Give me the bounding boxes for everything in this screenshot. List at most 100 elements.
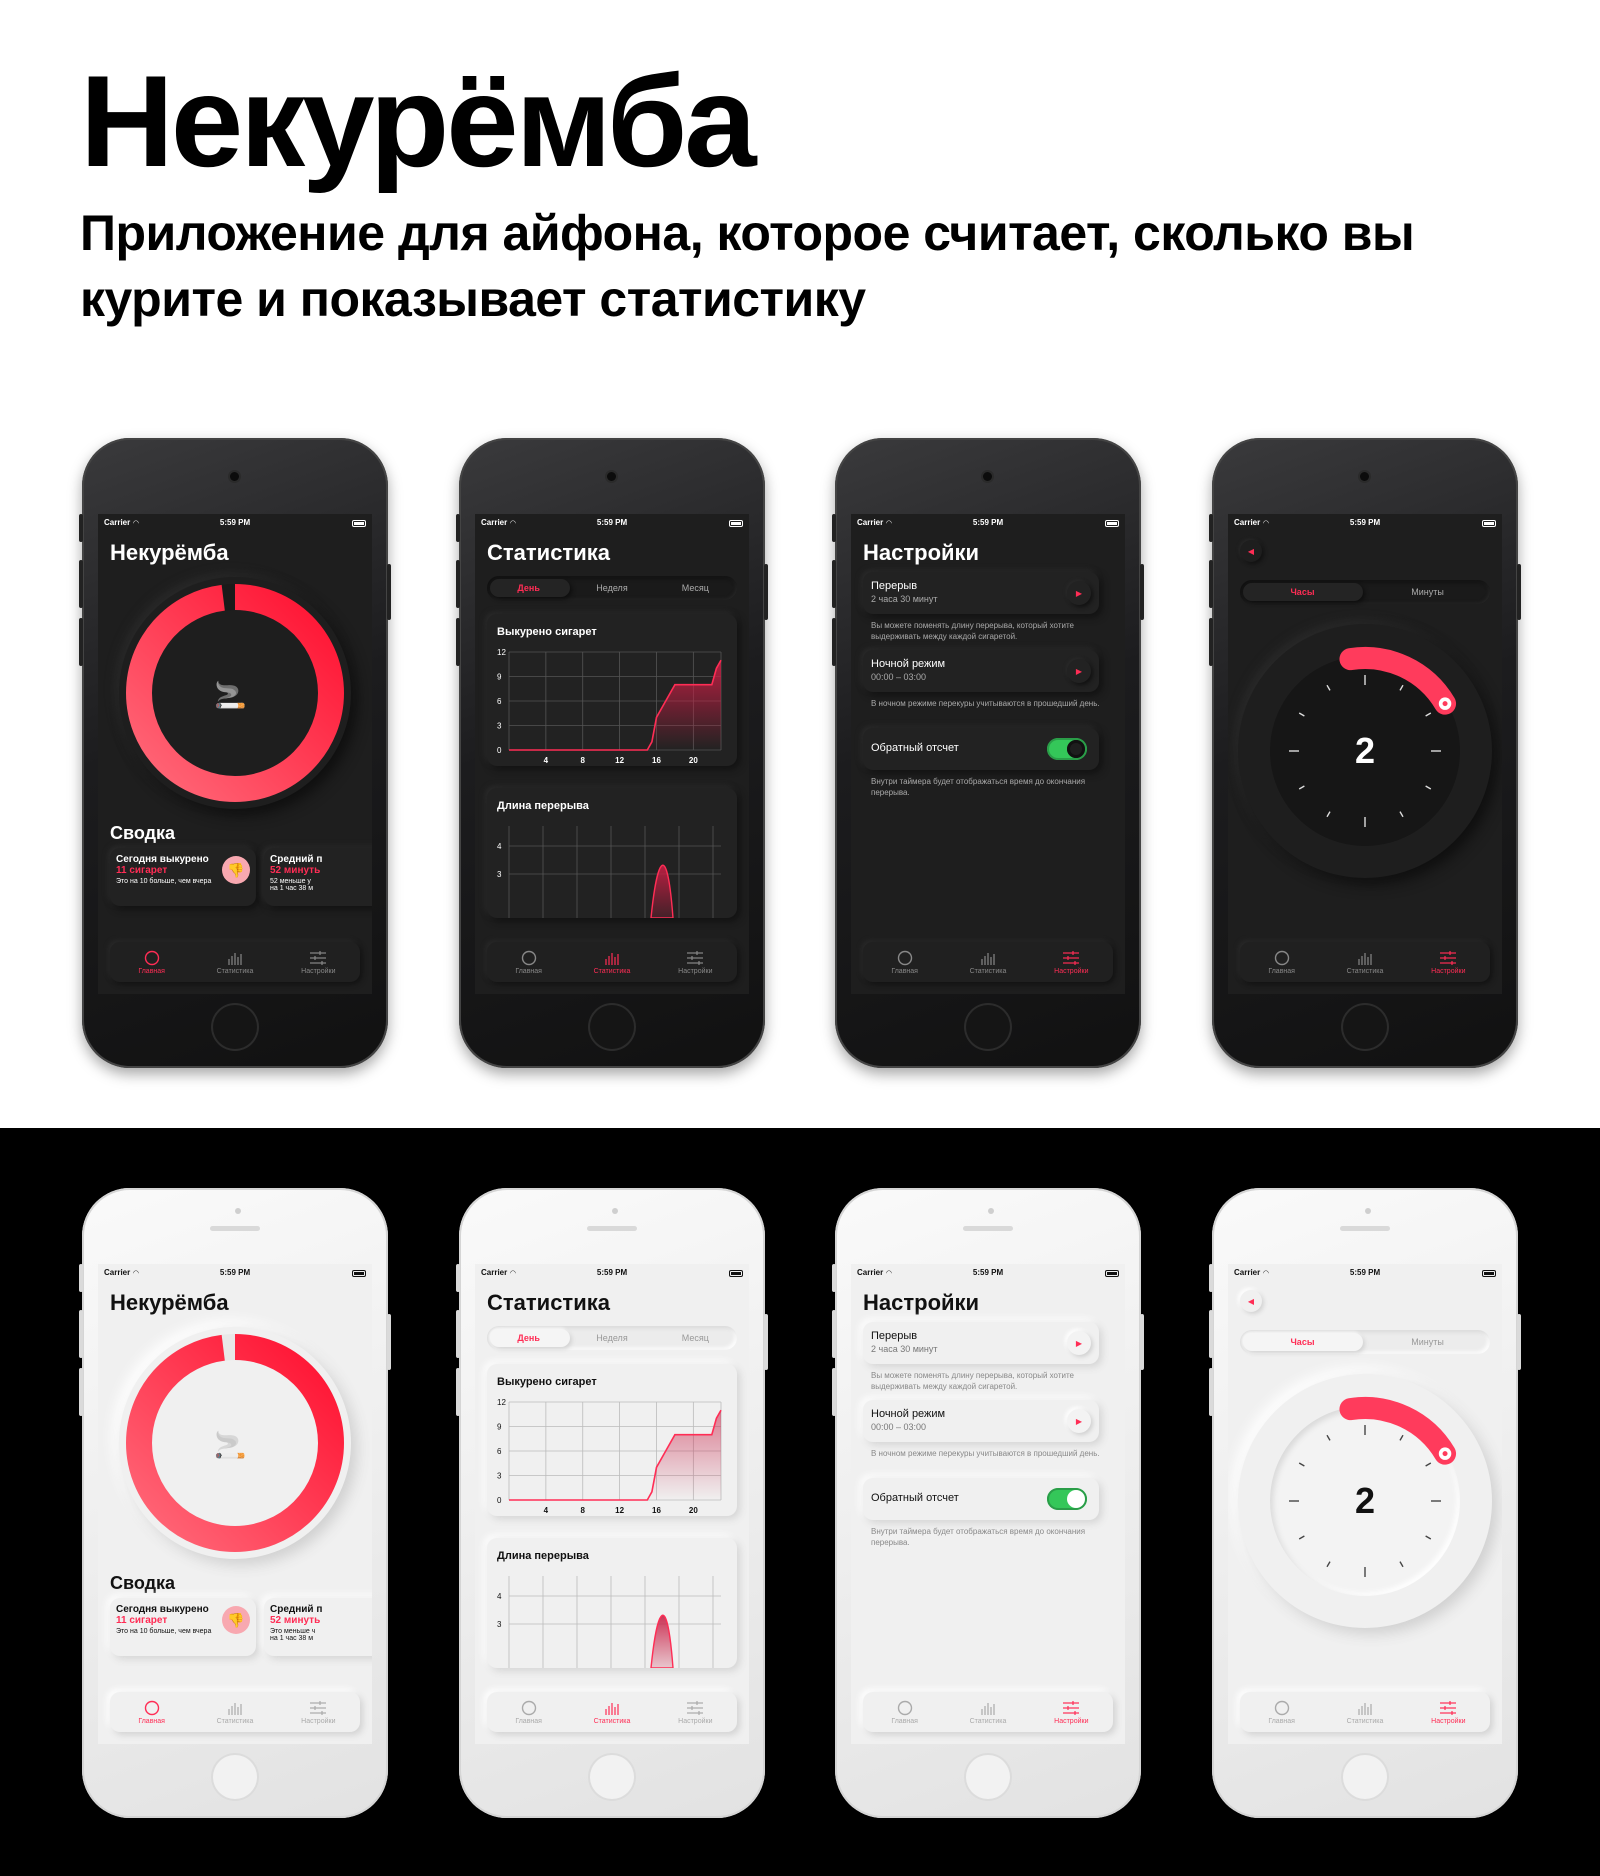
status-bar: Carrier ◠ 5:59 PM <box>1234 1268 1496 1280</box>
tab-settings[interactable]: Настройки <box>1030 1692 1113 1732</box>
dial-tick <box>1425 1462 1432 1467</box>
chart-card-cigarettes[interactable]: 0 3 6 9 12 4 8 12 16 20 Выкурено сигарет <box>487 614 737 766</box>
home-button[interactable] <box>213 1005 257 1049</box>
tab-settings[interactable]: Настройки <box>654 1692 737 1732</box>
segment-minutes[interactable]: Минуты <box>1365 587 1490 597</box>
summary-card-today[interactable]: Сегодня выкурено 11 сигарет Это на 10 бо… <box>110 1598 256 1656</box>
tab-home[interactable]: Главная <box>1240 942 1323 982</box>
tab-home[interactable]: Главная <box>110 1692 193 1732</box>
cigarette-icon: 🚬 <box>214 1430 247 1460</box>
circle-icon <box>521 950 536 965</box>
segment-month[interactable]: Месяц <box>654 1333 737 1343</box>
back-icon[interactable]: ◀ <box>1240 1290 1262 1312</box>
tab-home[interactable]: Главная <box>863 942 946 982</box>
home-button[interactable] <box>590 1755 634 1799</box>
tab-stats[interactable]: Статистика <box>946 942 1029 982</box>
tab-home[interactable]: Главная <box>487 1692 570 1732</box>
tab-stats[interactable]: Статистика <box>1323 1692 1406 1732</box>
segment-month[interactable]: Месяц <box>654 583 737 593</box>
tab-stats[interactable]: Статистика <box>570 1692 653 1732</box>
battery-icon <box>729 520 743 527</box>
tab-home[interactable]: Главная <box>863 1692 946 1732</box>
sliders-icon <box>1440 950 1457 965</box>
segment-week[interactable]: Неделя <box>570 1333 653 1343</box>
tab-home[interactable]: Главная <box>1240 1692 1323 1732</box>
summary-card-average[interactable]: Средний п 52 минуть 52 меньше у на 1 час … <box>264 848 372 906</box>
home-button[interactable] <box>213 1755 257 1799</box>
tab-stats[interactable]: Статистика <box>193 942 276 982</box>
countdown-toggle[interactable] <box>1047 738 1087 760</box>
setting-countdown[interactable]: Обратный отсчет <box>863 1478 1099 1520</box>
screen: Carrier ◠ 5:59 PM ◀ Часы Минуты 2 Главная… <box>1228 1264 1502 1744</box>
dial-tick <box>1399 1561 1404 1568</box>
tab-settings[interactable]: Настройки <box>1407 942 1490 982</box>
tab-stats[interactable]: Статистика <box>946 1692 1029 1732</box>
y-tick-label: 12 <box>497 1398 506 1407</box>
home-button[interactable] <box>590 1005 634 1049</box>
chart-card-break[interactable]: 4 3 Длина перерыва <box>487 788 737 918</box>
screen: Carrier ◠ 5:59 PM Статистика День Неделя … <box>475 1264 749 1744</box>
tab-settings[interactable]: Настройки <box>277 942 360 982</box>
segment-week[interactable]: Неделя <box>570 583 653 593</box>
home-button[interactable] <box>1343 1005 1387 1049</box>
dial-handle-dot <box>1442 1451 1448 1457</box>
setting-night-mode[interactable]: Ночной режим 00:00 – 03:00 ▶ <box>863 650 1099 692</box>
play-icon[interactable]: ▶ <box>1067 659 1091 683</box>
setting-night-mode[interactable]: Ночной режим 00:00 – 03:00 ▶ <box>863 1400 1099 1442</box>
segment-day[interactable]: День <box>487 1333 570 1343</box>
tab-home[interactable]: Главная <box>110 942 193 982</box>
chart-card-cigarettes[interactable]: 0 3 6 9 12 4 8 12 16 20 Выкурено сигарет <box>487 1364 737 1516</box>
chart-card-break[interactable]: 4 3 Длина перерыва <box>487 1538 737 1668</box>
tab-home-label: Главная <box>1268 967 1295 975</box>
tab-stats-label: Статистика <box>216 967 254 975</box>
play-icon[interactable]: ▶ <box>1067 1409 1091 1433</box>
play-icon[interactable]: ▶ <box>1067 581 1091 605</box>
bar-chart-icon <box>605 952 619 965</box>
setting-break[interactable]: Перерыв 2 часа 30 минут ▶ <box>863 1322 1099 1364</box>
status-time: 5:59 PM <box>1349 1268 1381 1277</box>
summary-card-average[interactable]: Средний п 52 минуть Это меньше ч на 1 час… <box>264 1598 372 1656</box>
segment-hours[interactable]: Часы <box>1240 1337 1365 1347</box>
back-icon[interactable]: ◀ <box>1240 540 1262 562</box>
tab-stats[interactable]: Статистика <box>570 942 653 982</box>
timer-dial[interactable]: 2 <box>1238 624 1492 878</box>
power-button <box>1517 564 1521 620</box>
summary-card-today[interactable]: Сегодня выкурено 11 сигарет Это на 10 бо… <box>110 848 256 906</box>
summary-title: Сводка <box>110 823 176 843</box>
home-button[interactable] <box>966 1005 1010 1049</box>
setting-value: 2 часа 30 минут <box>871 594 938 604</box>
home-button[interactable] <box>1343 1755 1387 1799</box>
tab-stats-label: Статистика <box>216 1717 254 1725</box>
tab-home[interactable]: Главная <box>487 942 570 982</box>
screen: Carrier ◠ 5:59 PM Настройки Перерыв 2 час… <box>851 514 1125 994</box>
volume-down-button <box>832 618 836 666</box>
x-tick-label: 12 <box>615 1506 624 1515</box>
tab-settings[interactable]: Настройки <box>1030 942 1113 982</box>
setting-countdown[interactable]: Обратный отсчет <box>863 728 1099 770</box>
play-icon[interactable]: ▶ <box>1067 1331 1091 1355</box>
setting-break[interactable]: Перерыв 2 часа 30 минут ▶ <box>863 572 1099 614</box>
tab-stats[interactable]: Статистика <box>1323 942 1406 982</box>
unit-segmented-control: Часы Минуты <box>1240 1330 1490 1354</box>
tab-bar: Главная Статистика Настройки <box>1240 1692 1490 1732</box>
y-tick-label: 6 <box>497 1447 502 1456</box>
tab-settings[interactable]: Настройки <box>1407 1692 1490 1732</box>
power-button <box>1517 1314 1521 1370</box>
setting-note: Вы можете поменять длину перерыва, котор… <box>871 621 1074 641</box>
tab-stats[interactable]: Статистика <box>193 1692 276 1732</box>
cigarette-icon: 🚬 <box>214 680 247 710</box>
sliders-icon <box>687 950 704 965</box>
status-time: 5:59 PM <box>1349 518 1381 527</box>
sliders-icon <box>310 1700 327 1715</box>
dial-tick <box>1326 811 1331 818</box>
segment-minutes[interactable]: Минуты <box>1365 1337 1490 1347</box>
tab-settings[interactable]: Настройки <box>277 1692 360 1732</box>
segment-hours[interactable]: Часы <box>1240 587 1365 597</box>
home-button[interactable] <box>966 1755 1010 1799</box>
battery-icon <box>352 520 366 527</box>
countdown-toggle[interactable] <box>1047 1488 1087 1510</box>
segment-day[interactable]: День <box>487 583 570 593</box>
timer-dial[interactable]: 2 <box>1238 1374 1492 1628</box>
chart-title: Длина перерыва <box>497 1550 589 1562</box>
tab-settings[interactable]: Настройки <box>654 942 737 982</box>
